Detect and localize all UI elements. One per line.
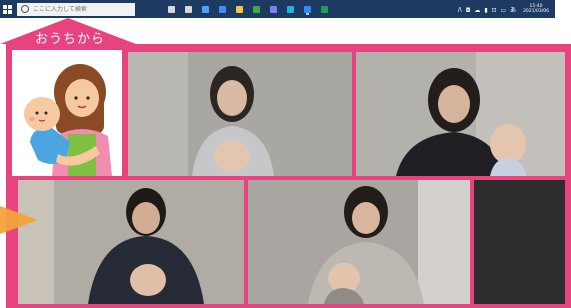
gallery-frame [6,44,571,308]
mother-baby-illustration [12,50,122,176]
explorer-icon[interactable] [236,5,243,13]
clock[interactable]: 15:40 2021/03/06 [523,4,549,15]
empty-tile [474,180,565,304]
participant-video-4[interactable] [248,180,470,304]
person-silhouette-icon [248,180,470,304]
teams-icon[interactable] [270,5,277,13]
mail-icon[interactable] [219,5,226,13]
orange-arrow [0,206,38,234]
taskbar-search[interactable] [17,2,135,16]
person-silhouette-icon [18,180,244,304]
tray-icons[interactable]: ᐱ ◘ ☁ ▮ ⊡ ▭ あ [458,5,517,14]
zoom-icon[interactable] [304,5,311,13]
windows-start-icon[interactable] [0,0,14,18]
excel-icon[interactable] [321,5,328,13]
person-silhouette-icon [356,52,565,176]
participant-video-3[interactable] [18,180,244,304]
mother-baby-icon [24,64,112,176]
windows-taskbar: ᐱ ◘ ☁ ▮ ⊡ ▭ あ 15:40 2021/03/06 [0,0,555,18]
search-icon [21,5,29,13]
windows-circle-icon[interactable] [168,5,175,13]
store-icon[interactable] [202,5,209,13]
system-tray: ᐱ ◘ ☁ ▮ ⊡ ▭ あ 15:40 2021/03/06 [458,0,549,18]
edge-icon[interactable] [287,5,294,13]
participant-video-2[interactable] [356,52,565,176]
chrome-icon[interactable] [253,5,260,13]
taskbar-search-input[interactable] [33,3,133,15]
participant-video-1[interactable] [128,52,352,176]
blank-edge [555,0,571,48]
task-view-icon[interactable] [185,5,192,13]
person-silhouette-icon [128,52,352,176]
taskbar-apps [163,5,333,13]
clock-date: 2021/03/06 [523,9,549,14]
